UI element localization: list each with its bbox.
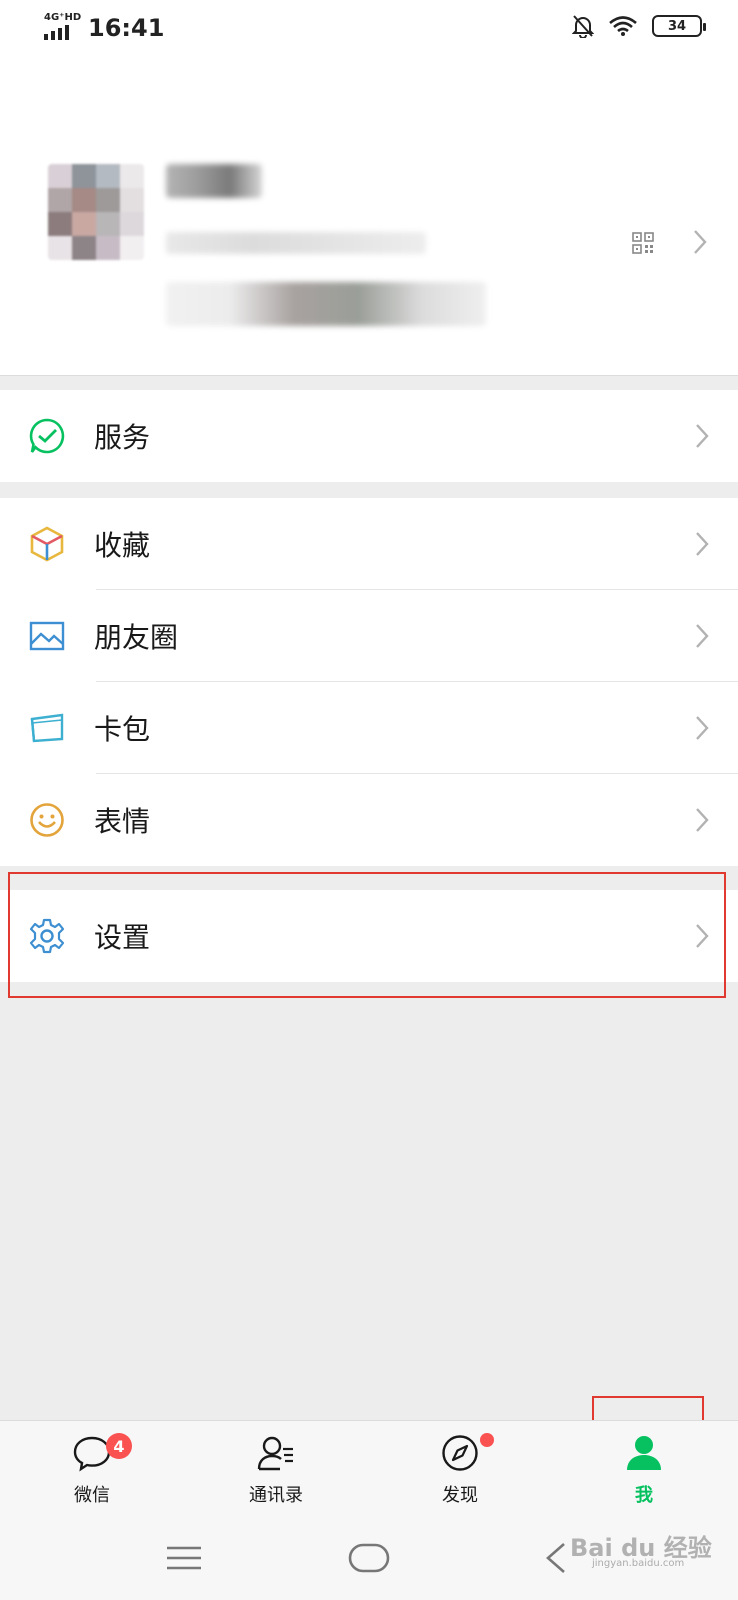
services-icon xyxy=(29,418,65,454)
menu-item-favorites[interactable]: 收藏 xyxy=(0,498,738,590)
settings-highlight-box xyxy=(8,872,726,998)
watermark-url: jingyan.baidu.com xyxy=(592,1558,685,1569)
nickname-redacted xyxy=(166,164,262,198)
tab-me[interactable]: 我 xyxy=(584,1421,704,1517)
profile-header[interactable] xyxy=(0,60,738,376)
menu-item-stickers[interactable]: 表情 xyxy=(0,774,738,866)
status-bar: 4G⁺HD 16:41 34 xyxy=(0,0,738,60)
wifi-icon xyxy=(609,16,637,36)
network-type: 4G⁺HD xyxy=(44,12,82,23)
wechat-id-redacted xyxy=(166,232,426,254)
menu-label: 朋友圈 xyxy=(94,621,179,654)
tab-label: 通讯录 xyxy=(249,1485,303,1506)
chat-icon xyxy=(73,1436,111,1472)
profile-chevron-icon xyxy=(694,230,707,254)
status-icons: 34 xyxy=(572,14,706,38)
smiley-icon xyxy=(30,803,64,837)
new-dot-badge xyxy=(480,1433,494,1447)
contacts-icon xyxy=(257,1436,293,1471)
moments-icon xyxy=(29,621,65,651)
card-wallet-icon xyxy=(30,713,64,743)
qr-code-icon[interactable] xyxy=(632,232,654,254)
me-icon xyxy=(627,1436,661,1470)
tab-label: 发现 xyxy=(442,1485,478,1506)
chevron-right-icon xyxy=(696,424,709,448)
battery-icon: 34 xyxy=(652,15,706,37)
menu-label: 服务 xyxy=(94,421,151,454)
signal-indicator: 4G⁺HD xyxy=(44,12,82,40)
avatar[interactable] xyxy=(48,164,144,260)
compass-icon xyxy=(442,1435,478,1471)
tab-label: 我 xyxy=(635,1485,653,1506)
menu-lines-icon[interactable] xyxy=(166,1536,202,1580)
tab-label: 微信 xyxy=(74,1485,110,1506)
favorites-icon xyxy=(30,526,64,562)
chevron-right-icon xyxy=(696,532,709,556)
tab-chats[interactable]: 4 微信 xyxy=(32,1421,152,1517)
menu-item-cards[interactable]: 卡包 xyxy=(0,682,738,774)
clock: 16:41 xyxy=(88,14,165,42)
signal-bars-icon xyxy=(44,25,69,40)
status-redacted xyxy=(166,282,486,326)
bottom-tab-bar: 4 微信 通讯录 发现 我 xyxy=(0,1420,738,1516)
menu-label: 卡包 xyxy=(94,713,151,746)
baidu-jingyan-watermark: Bai du 经验 jingyan.baidu.com xyxy=(570,1528,730,1569)
wechat-me-screen: 4G⁺HD 16:41 34 服务 收藏 朋友圈 卡包 表情 设置 4 微信 通… xyxy=(0,0,738,1600)
menu-label: 表情 xyxy=(94,805,151,838)
home-button-icon[interactable] xyxy=(348,1536,390,1580)
tab-contacts[interactable]: 通讯录 xyxy=(216,1421,336,1517)
features-section: 收藏 朋友圈 卡包 表情 xyxy=(0,498,738,866)
services-section: 服务 xyxy=(0,390,738,482)
chevron-right-icon xyxy=(696,624,709,648)
tab-discover[interactable]: 发现 xyxy=(400,1421,520,1517)
menu-item-moments[interactable]: 朋友圈 xyxy=(0,590,738,682)
chevron-right-icon xyxy=(696,808,709,832)
menu-label: 收藏 xyxy=(94,529,151,562)
back-arrow-icon[interactable] xyxy=(544,1536,568,1580)
bell-muted-icon xyxy=(572,15,594,38)
chevron-right-icon xyxy=(696,716,709,740)
unread-badge: 4 xyxy=(106,1433,132,1459)
menu-item-services[interactable]: 服务 xyxy=(0,390,738,482)
